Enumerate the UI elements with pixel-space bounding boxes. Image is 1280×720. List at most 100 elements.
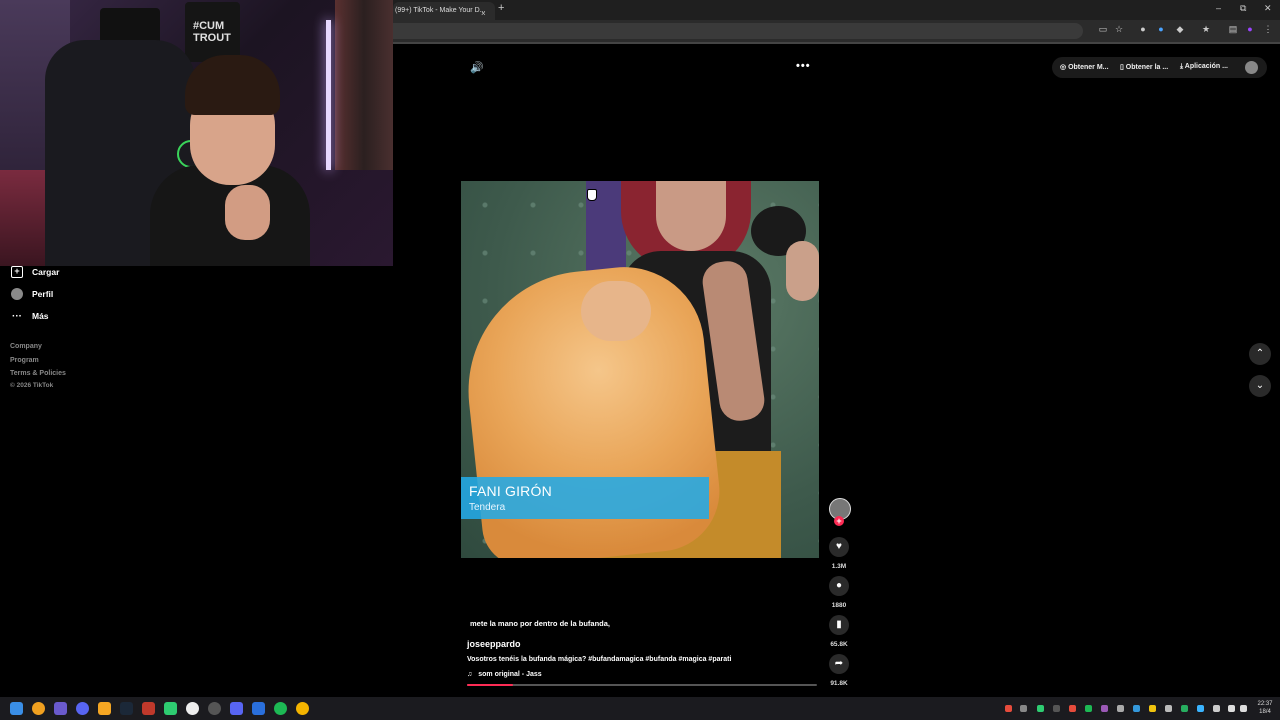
tray-icon[interactable] [1165, 705, 1172, 712]
more-options-button[interactable]: ••• [796, 60, 811, 72]
user-avatar[interactable] [1245, 61, 1258, 74]
wall-shirt: #CUM TROUT [185, 2, 240, 62]
bookmarks-icon[interactable]: ★ [1201, 24, 1211, 34]
tray-icon[interactable] [1069, 705, 1076, 712]
streamer-hair [185, 55, 280, 115]
creator-username[interactable]: joseeppardo [467, 639, 521, 649]
tray-icon[interactable] [1149, 705, 1156, 712]
like-button[interactable]: ♥ [829, 537, 849, 557]
app-icon[interactable] [164, 702, 177, 715]
volume-icon[interactable]: 🔊 [470, 61, 484, 74]
browser-tab[interactable]: (99+) TikTok - Make Your D... × [393, 2, 495, 20]
cast-icon[interactable]: ▭ [1098, 24, 1108, 34]
restore-button[interactable]: ⧉ [1240, 3, 1246, 14]
tray-icon[interactable] [1101, 705, 1108, 712]
get-coins-button[interactable]: ◎ Obtener M... [1060, 63, 1109, 71]
tray-icon[interactable] [1037, 705, 1044, 712]
sidebar-item-profile[interactable]: Perfil [10, 286, 53, 302]
share-count: 91.8K [830, 680, 848, 687]
app-icon[interactable] [142, 702, 155, 715]
address-bar[interactable] [393, 23, 1083, 39]
windows-start-icon[interactable] [10, 702, 23, 715]
heart-icon: ♥ [836, 541, 842, 552]
tray-icon[interactable] [1005, 705, 1012, 712]
like-count: 1.3M [831, 563, 847, 570]
bookshelf [335, 0, 393, 170]
more-dots-icon: ··· [12, 310, 22, 322]
ccleaner-icon[interactable] [186, 702, 199, 715]
avatar [10, 287, 24, 301]
video-seek-bar[interactable] [467, 684, 817, 686]
footer-link-program[interactable]: Program [10, 357, 39, 364]
download-app-label: Aplicación ... [1184, 63, 1228, 70]
chevron-up-icon: ⌃ [1255, 348, 1265, 359]
mouse-cursor [587, 189, 597, 201]
discord-icon[interactable] [230, 702, 243, 715]
get-app-button[interactable]: ▯ Obtener la ... [1120, 63, 1168, 71]
browser-tab-bar: (99+) TikTok - Make Your D... × + – ⧉ ✕ [393, 0, 1280, 20]
video-description: Vosotros tenéis la bufanda mágica? #bufa… [467, 656, 732, 663]
video-player[interactable]: FANI GIRÓN Tendera [461, 181, 819, 558]
get-coins-label: Obtener M... [1068, 64, 1109, 71]
tab-title: (99+) TikTok - Make Your D... [395, 7, 486, 14]
follow-button[interactable]: + [834, 516, 844, 526]
extension-icon[interactable]: ● [1156, 24, 1166, 34]
video-subtitle: mete la mano por dentro de la bufanda, [470, 619, 611, 628]
tray-icon[interactable] [1181, 705, 1188, 712]
star-icon[interactable]: ☆ [1114, 24, 1124, 34]
widgets-icon[interactable] [54, 702, 67, 715]
mic-icon[interactable] [1213, 705, 1220, 712]
sound-title: som original - Jass [478, 671, 542, 678]
sidebar-item-upload[interactable]: + Cargar [10, 264, 59, 280]
video-lower-third: FANI GIRÓN Tendera [461, 477, 709, 519]
bookmark-button[interactable]: ▮ [829, 615, 849, 635]
network-icon[interactable] [1228, 705, 1235, 712]
sidebar-item-label: Más [32, 311, 49, 321]
next-video-button[interactable]: ⌄ [1249, 375, 1271, 397]
chrome-icon[interactable] [296, 702, 309, 715]
menu-icon[interactable]: ⋮ [1263, 24, 1273, 34]
github-icon[interactable] [208, 702, 221, 715]
toolbar-divider [393, 42, 1280, 44]
close-tab-icon[interactable]: × [481, 5, 486, 20]
browser-toolbar: ▭ ☆ ● ● ◆ ★ ▤ ● ⋮ [393, 20, 1280, 42]
sidebar-item-more[interactable]: ··· Más [10, 308, 49, 324]
tray-icon[interactable] [1053, 705, 1060, 712]
chevron-down-icon: ⌄ [1255, 380, 1265, 391]
vpn-icon[interactable] [76, 702, 89, 715]
clock-time: 22:37 [1257, 701, 1273, 707]
sidepanel-icon[interactable]: ▤ [1228, 24, 1238, 34]
share-icon: ➦ [834, 658, 844, 669]
footer-link-company[interactable]: Company [10, 343, 42, 350]
tray-icon[interactable] [1020, 705, 1027, 712]
tray-icon[interactable] [1133, 705, 1140, 712]
share-button[interactable]: ➦ [829, 654, 849, 674]
footer-link-terms[interactable]: Terms & Policies [10, 370, 66, 377]
clock-date: 18/4 [1259, 709, 1271, 715]
comment-button[interactable]: ● [829, 576, 849, 596]
sound-link[interactable]: ♫ som original - Jass [467, 671, 542, 678]
tray-icon[interactable] [1197, 705, 1204, 712]
puzzle-icon[interactable]: ◆ [1175, 24, 1185, 34]
taskbar-clock[interactable]: 22:37 18/4 [1252, 700, 1278, 716]
lower-third-name: FANI GIRÓN [469, 483, 552, 499]
steam-icon[interactable] [120, 702, 133, 715]
upload-icon: + [10, 265, 24, 279]
spotify-icon[interactable] [274, 702, 287, 715]
app-icon[interactable] [252, 702, 265, 715]
new-tab-button[interactable]: + [498, 2, 504, 14]
minimize-button[interactable]: – [1216, 3, 1221, 13]
copyright: © 2026 TikTok [10, 382, 54, 389]
profile-icon[interactable]: ● [1245, 24, 1255, 34]
comment-count: 1880 [831, 602, 847, 609]
tray-icon[interactable] [1085, 705, 1092, 712]
volume-tray-icon[interactable] [1240, 705, 1247, 712]
shirt-text: #CUM TROUT [193, 20, 231, 44]
download-app-button[interactable]: ⤓ Aplicación ... [1180, 63, 1228, 71]
previous-video-button[interactable]: ⌃ [1249, 343, 1271, 365]
app-icon[interactable] [98, 702, 111, 715]
close-window-button[interactable]: ✕ [1264, 3, 1272, 14]
search-icon[interactable] [32, 702, 45, 715]
extension-icon[interactable]: ● [1138, 24, 1148, 34]
tray-icon[interactable] [1117, 705, 1124, 712]
